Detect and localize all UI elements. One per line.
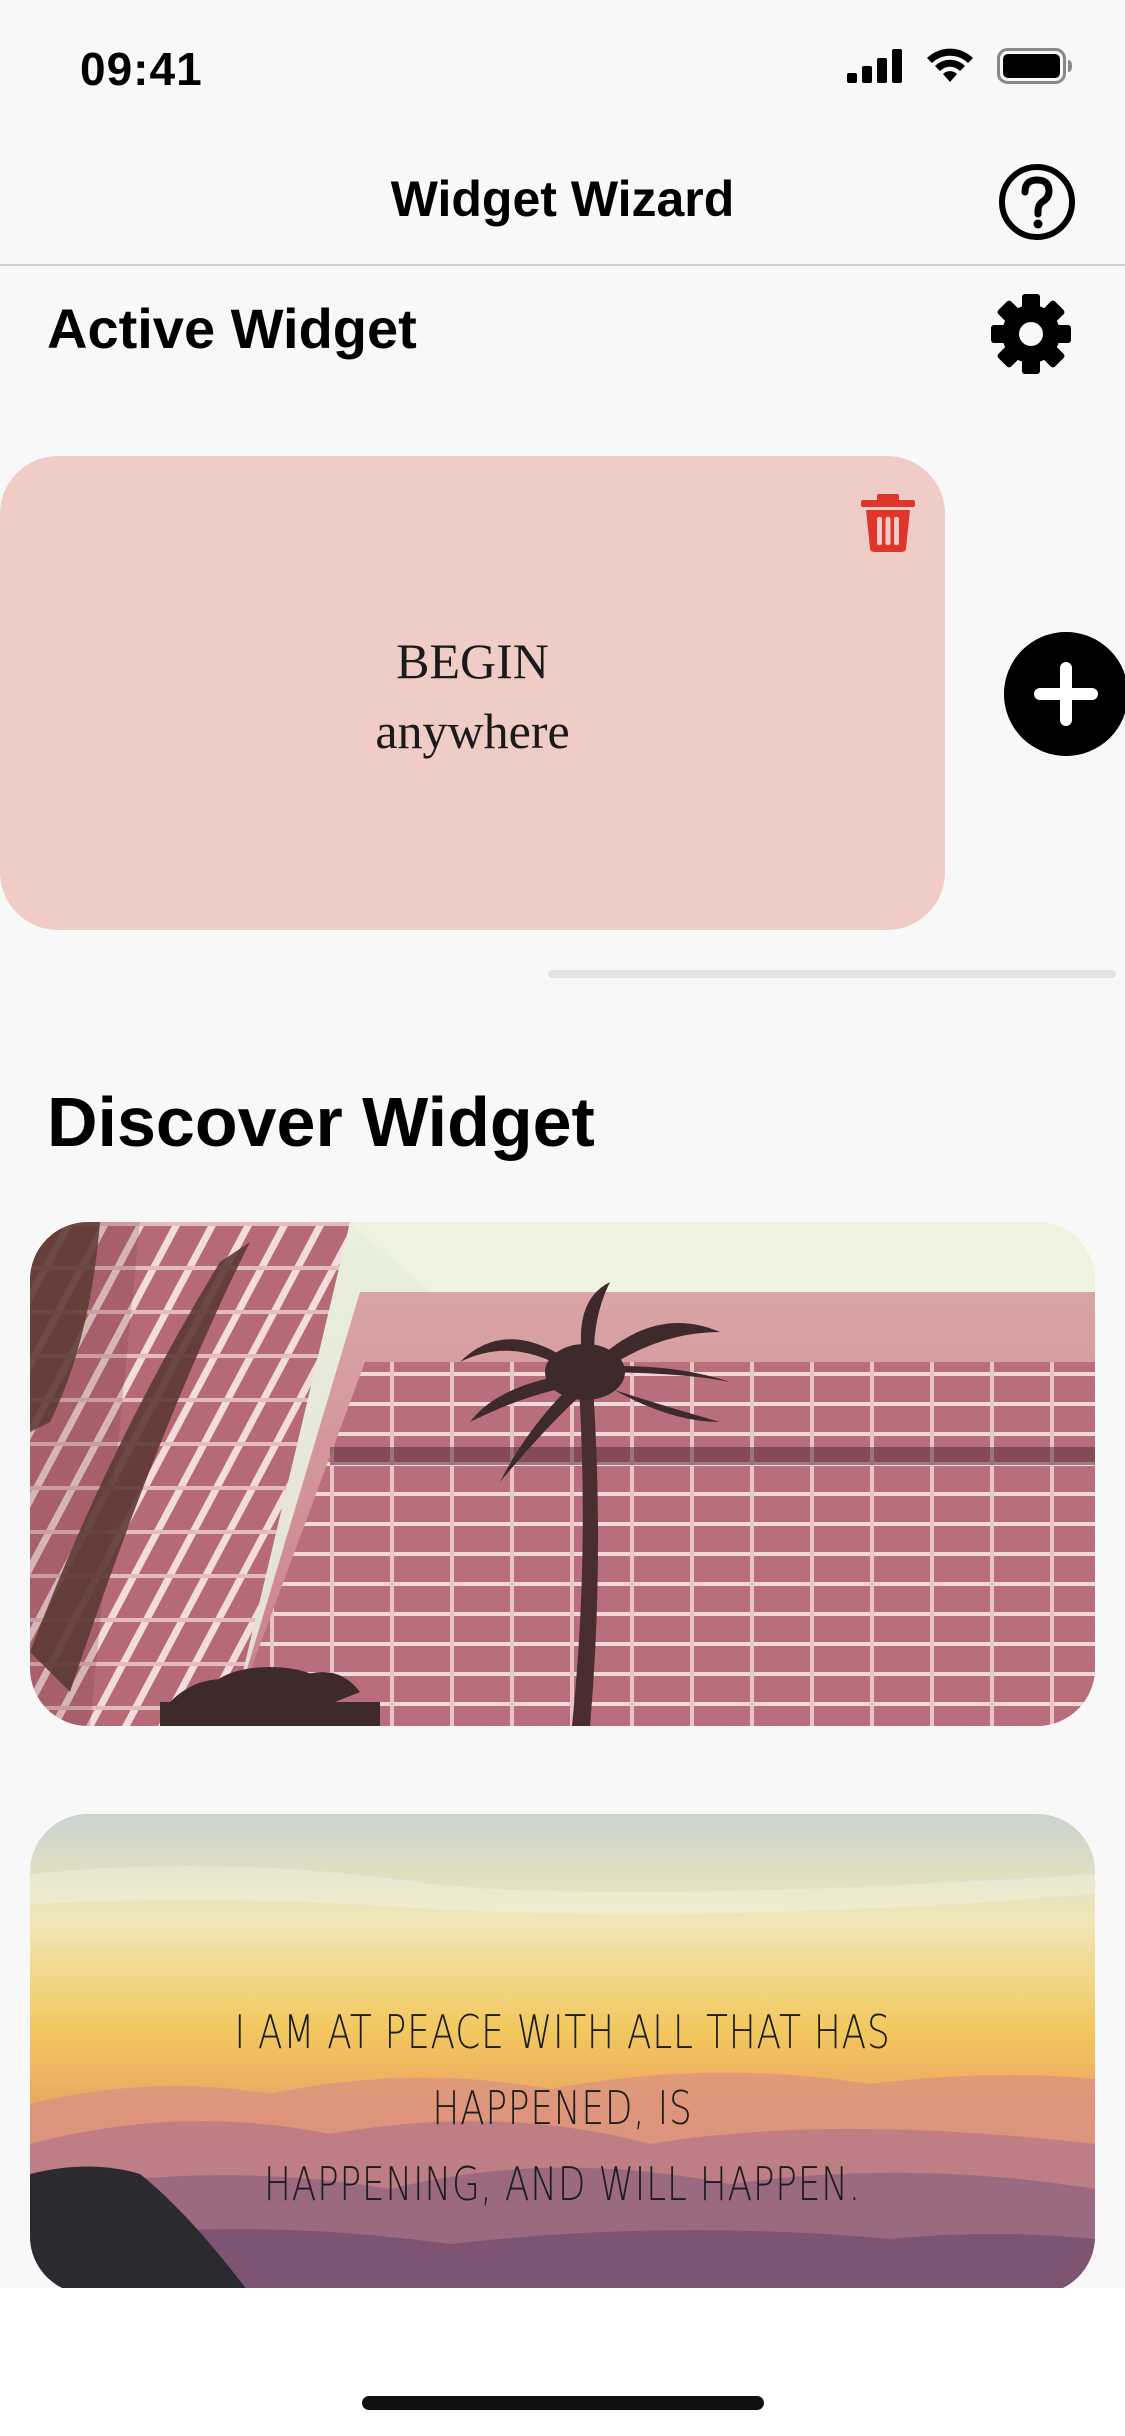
quote-text: I AM AT PEACE WITH ALL THAT HAS HAPPENED… (147, 1994, 978, 2222)
widget-text-line-2: anywhere (375, 703, 570, 759)
discover-card-building[interactable] (30, 1222, 1095, 1726)
active-widget-card[interactable]: BEGIN anywhere (0, 456, 945, 930)
navigation-bar: Widget Wizard (0, 140, 1125, 266)
discover-card-peace-quote[interactable]: I AM AT PEACE WITH ALL THAT HAS HAPPENED… (30, 1814, 1095, 2294)
status-bar: 09:41 (0, 0, 1125, 140)
help-icon[interactable] (997, 162, 1077, 242)
status-time: 09:41 (80, 43, 203, 95)
widget-text-line-1: BEGIN (396, 633, 549, 689)
quote-line-1: I AM AT PEACE WITH ALL THAT HAS HAPPENED… (234, 2005, 891, 2135)
active-widget-text: BEGIN anywhere (0, 626, 945, 766)
add-widget-button[interactable] (1004, 632, 1125, 756)
building-palm-image (30, 1222, 1095, 1726)
page-indicator-divider (548, 970, 1116, 978)
page-title: Widget Wizard (390, 171, 735, 227)
active-widget-heading: Active Widget (47, 297, 417, 360)
status-icons (847, 48, 1073, 84)
discover-widget-heading: Discover Widget (47, 1083, 595, 1161)
wifi-icon (927, 48, 973, 82)
quote-line-2: HAPPENING, AND WILL HAPPEN. (264, 2157, 861, 2211)
home-indicator[interactable] (362, 2396, 764, 2410)
bottom-safe-area (0, 2288, 1125, 2436)
trash-icon[interactable] (861, 494, 915, 552)
battery-icon (997, 48, 1072, 84)
cellular-signal-icon (847, 49, 902, 83)
gear-icon[interactable] (989, 292, 1073, 376)
